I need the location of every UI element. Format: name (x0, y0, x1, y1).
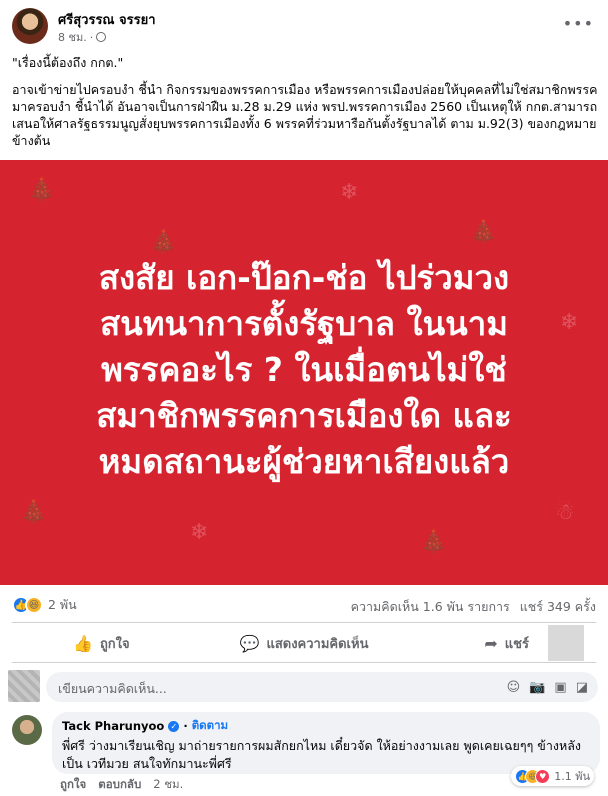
thumbs-up-icon: 👍 (73, 633, 93, 653)
emoji-icon[interactable]: ☺ (507, 680, 521, 695)
tree-decoration-icon: 🎄 (28, 178, 56, 203)
comment-text: พี่ศรี ว่างมาเรียนเชิญ มาถ่ายรายการผมสัก… (62, 738, 581, 771)
divider (12, 662, 596, 663)
comment-input[interactable]: เขียนความคิดเห็น... ☺ 📷 ▣ ◪ (46, 672, 598, 702)
image-caption-line: สมาชิกพรรคการเมืองใด และ (96, 396, 512, 435)
like-button[interactable]: 👍 ถูกใจ (0, 628, 203, 658)
ornament-decoration-icon: ❄ (340, 180, 359, 205)
reaction-summary[interactable]: 👍 😆 2 พัน (12, 595, 77, 615)
share-count[interactable]: แชร์ 349 ครั้ง (520, 597, 596, 617)
follow-button[interactable]: ติดตาม (192, 717, 228, 735)
speech-bubble-icon: 💬 (239, 633, 260, 653)
image-caption-line: สงสัย เอก-ป๊อก-ช่อ ไปร่วมวง (98, 258, 510, 297)
image-caption-line: สนทนาการตั้งรัฐบาล ในนาม (100, 304, 508, 343)
tree-decoration-icon: 🎄 (150, 230, 178, 255)
comment-reaction-count: 1.1 พัน (554, 770, 590, 783)
comment-like-button[interactable]: ถูกใจ (60, 776, 86, 794)
post-time[interactable]: 8 ชม. (58, 28, 87, 46)
tree-decoration-icon: 🎄 (20, 500, 48, 525)
post-stats: 👍 😆 2 พัน ความคิดเห็น 1.6 พัน รายการ แชร… (12, 594, 596, 618)
comment-composer: เขียนความคิดเห็น... ☺ 📷 ▣ ◪ (8, 670, 600, 704)
globe-icon (96, 32, 107, 42)
image-caption: สงสัย เอก-ป๊อก-ช่อ ไปร่วมวง สนทนาการตั้ง… (0, 255, 608, 485)
post-image[interactable]: 🎄 🎄 ❄ 🎄 ❄ 🎄 ❄ 🎄 ☃ สงสัย เอก-ป๊อก-ช่อ ไปร… (0, 160, 608, 585)
haha-reaction-icon: 😆 (25, 596, 43, 614)
comment-label: แสดงความคิดเห็น (266, 636, 369, 652)
more-options-icon[interactable]: ••• (563, 14, 594, 33)
post-text: "เรื่องนี้ต้องถึง กกต." อาจเข้าข่ายไปครอ… (12, 54, 598, 159)
dot-separator: · (89, 30, 94, 44)
author-avatar[interactable] (12, 8, 48, 44)
commenter-name[interactable]: Tack Pharunyoo (62, 719, 164, 733)
post-actions: 👍 ถูกใจ 💬 แสดงความคิดเห็น ➦ แชร์ (0, 628, 608, 658)
love-reaction-icon: ♥ (535, 768, 551, 784)
reaction-count: 2 พัน (48, 597, 77, 612)
commenter-name-row: Tack Pharunyoo ✓ · ติดตาม (62, 717, 590, 735)
blurred-thumbnail (548, 625, 584, 661)
divider (12, 622, 596, 623)
engagement-counts: ความคิดเห็น 1.6 พัน รายการ แชร์ 349 ครั้… (351, 597, 596, 617)
share-label: แชร์ (504, 636, 529, 652)
post-headline: "เรื่องนี้ต้องถึง กกต." (12, 55, 124, 70)
comment-bubble: Tack Pharunyoo ✓ · ติดตาม พี่ศรี ว่างมาเ… (52, 712, 600, 774)
comment-button[interactable]: 💬 แสดงความคิดเห็น (203, 628, 406, 658)
share-arrow-icon: ➦ (484, 633, 498, 653)
comment-placeholder: เขียนความคิดเห็น... (58, 681, 167, 696)
tree-decoration-icon: 🎄 (470, 220, 498, 245)
commenter-avatar[interactable] (12, 715, 42, 745)
author-name[interactable]: ศรีสุวรรณ จรรยา (58, 9, 156, 30)
current-user-avatar[interactable] (8, 670, 40, 702)
comment-count[interactable]: ความคิดเห็น 1.6 พัน รายการ (351, 597, 510, 617)
ornament-decoration-icon: ❄ (190, 520, 209, 545)
dot-separator: · (183, 719, 188, 733)
comment-actions: ถูกใจ ตอบกลับ 2 ชม. (60, 776, 183, 794)
verified-badge-icon: ✓ (168, 720, 180, 732)
comment-reactions[interactable]: 👍 😆 ♥ 1.1 พัน (511, 766, 594, 786)
image-caption-line: หมดสถานะผู้ช่วยหาเสียงแล้ว (98, 442, 510, 481)
camera-icon[interactable]: 📷 (529, 680, 545, 695)
image-caption-line: พรรคอะไร ? ในเมื่อตนไม่ใช่ (101, 350, 507, 389)
post-body: อาจเข้าข่ายไปครอบงำ ชี้นำ กิจกรรมของพรรค… (12, 82, 598, 148)
snowman-decoration-icon: ☃ (555, 500, 575, 525)
like-label: ถูกใจ (99, 636, 130, 652)
post-header: ศรีสุวรรณ จรรยา 8 ชม. · ••• (0, 0, 608, 50)
comment-reply-button[interactable]: ตอบกลับ (98, 776, 141, 794)
tree-decoration-icon: 🎄 (420, 530, 448, 555)
post-meta: 8 ชม. · (58, 28, 107, 46)
comment-time[interactable]: 2 ชม. (153, 776, 183, 794)
